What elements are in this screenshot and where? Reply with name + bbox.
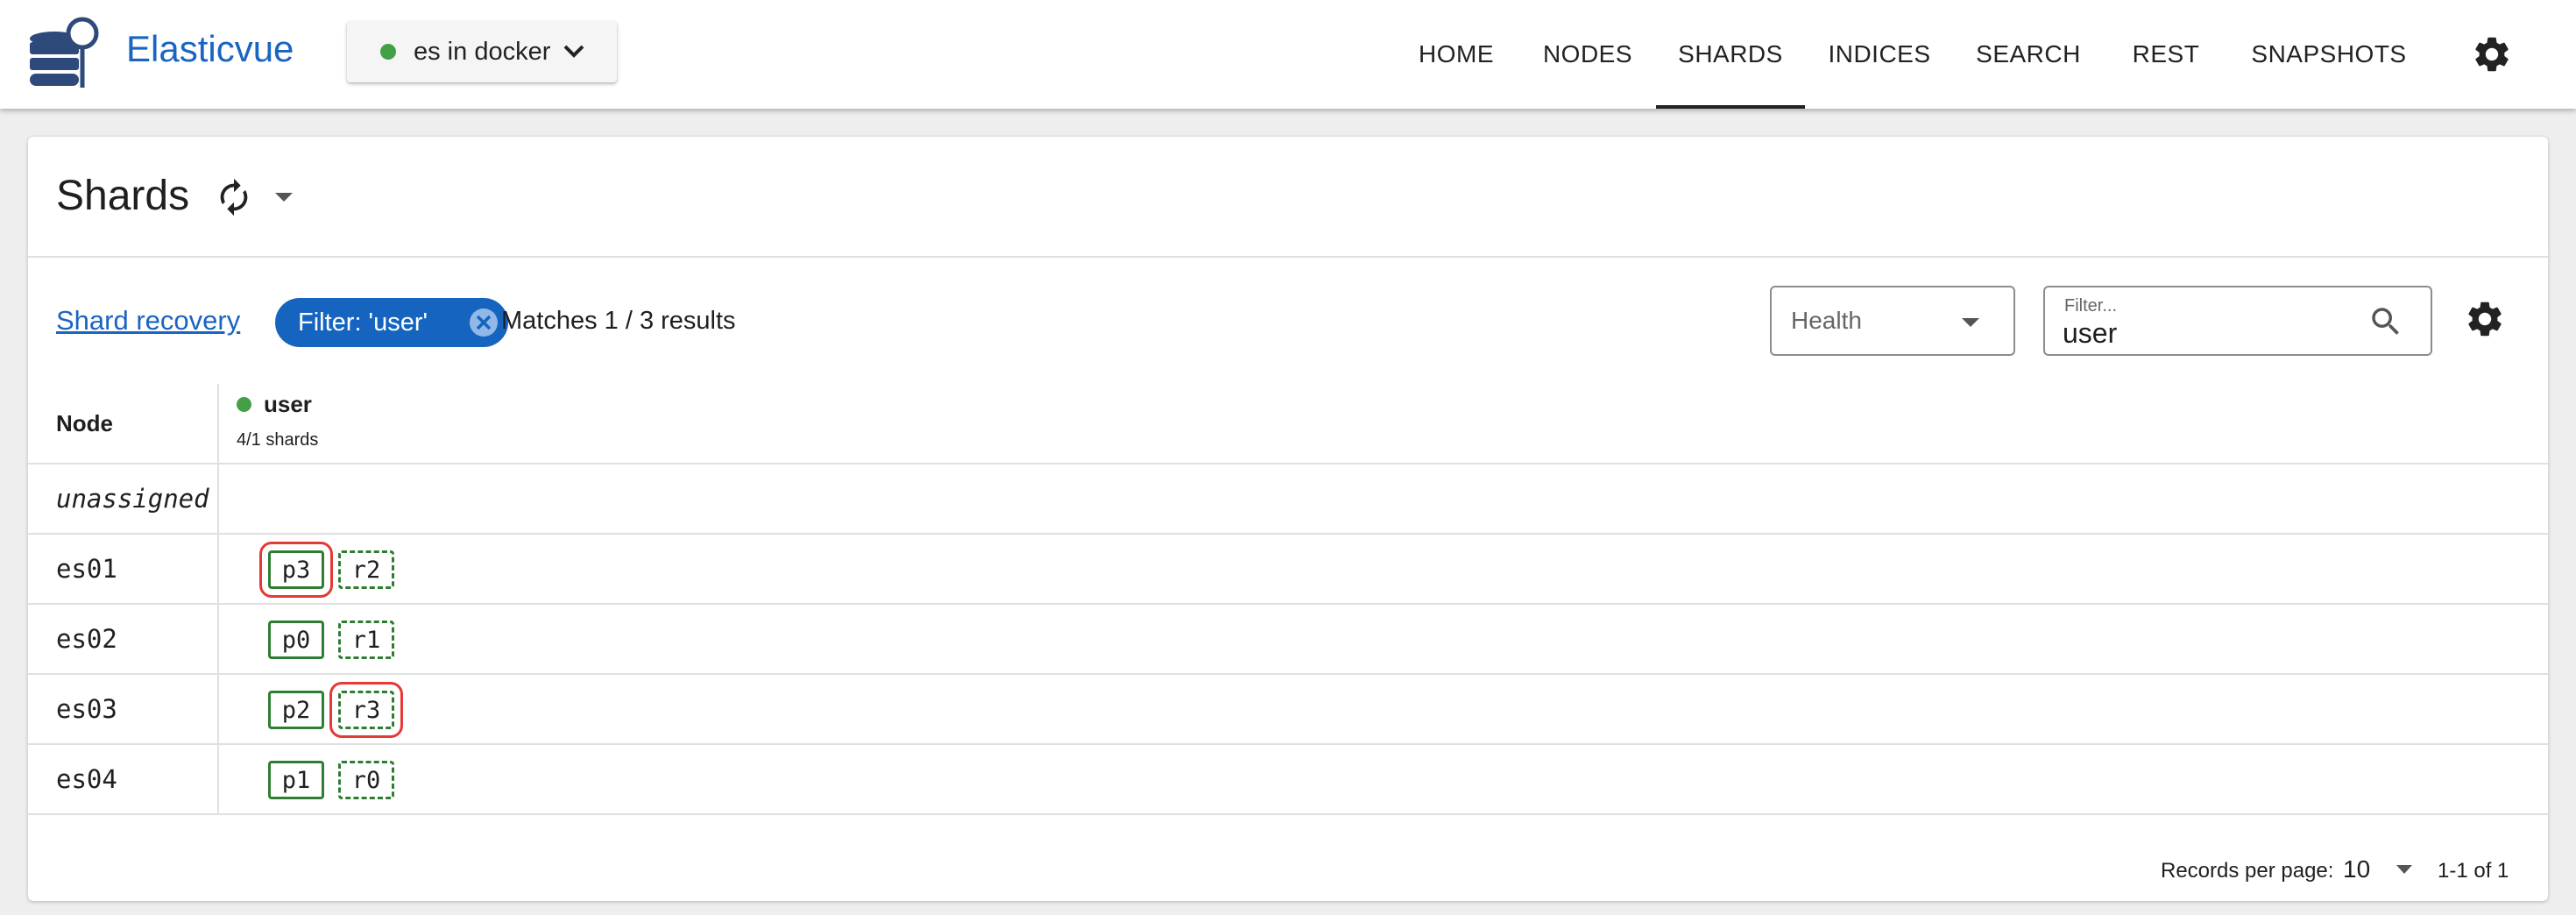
filter-chip-label: Filter: 'user' bbox=[298, 308, 428, 337]
records-per-page-label: Records per page: bbox=[2161, 859, 2334, 883]
table-header-row: Node user 4/1 shards bbox=[28, 384, 2548, 465]
records-per-page-select[interactable]: 10 bbox=[2343, 855, 2370, 883]
index-column-header[interactable]: user 4/1 shards bbox=[237, 391, 318, 450]
node-name: unassigned bbox=[56, 484, 209, 514]
shards-card: Shards Shard recovery Filter: 'user' Mat… bbox=[28, 137, 2548, 901]
shard-recovery-link[interactable]: Shard recovery bbox=[56, 305, 240, 337]
search-icon[interactable] bbox=[2367, 303, 2404, 340]
node-name: es02 bbox=[56, 624, 117, 654]
nav-rest[interactable]: REST bbox=[2115, 0, 2217, 109]
nav-home[interactable]: HOME bbox=[1398, 0, 1514, 109]
app-title[interactable]: Elasticvue bbox=[126, 26, 294, 72]
health-select[interactable]: Health bbox=[1770, 286, 2015, 356]
index-name: user bbox=[264, 391, 312, 417]
nav-indices[interactable]: INDICES bbox=[1819, 0, 1940, 109]
table-row: es01 p3 r2 bbox=[28, 535, 2548, 605]
table-row: es02 p0 r1 bbox=[28, 605, 2548, 675]
gear-icon[interactable] bbox=[2471, 33, 2513, 75]
node-name: es04 bbox=[56, 764, 117, 794]
table-row: unassigned bbox=[28, 465, 2548, 535]
cluster-selector-button[interactable]: es in docker bbox=[347, 21, 617, 82]
shard-list: p3 r2 bbox=[259, 542, 408, 598]
nav-snapshots[interactable]: SNAPSHOTS bbox=[2241, 0, 2417, 109]
gear-icon[interactable] bbox=[2464, 298, 2506, 340]
cluster-status-dot bbox=[380, 44, 396, 60]
filter-chip[interactable]: Filter: 'user' bbox=[275, 298, 508, 347]
divider bbox=[28, 256, 2548, 258]
matches-count: Matches 1 / 3 results bbox=[501, 307, 736, 335]
caret-down-icon[interactable] bbox=[2396, 864, 2413, 875]
filter-field[interactable]: Filter... bbox=[2043, 286, 2432, 356]
table-footer: Records per page: 10 1-1 of 1 bbox=[28, 847, 2548, 899]
table-row: es03 p2 r3 bbox=[28, 675, 2548, 745]
caret-down-icon bbox=[1962, 318, 1979, 327]
replica-shard[interactable]: r1 bbox=[338, 621, 394, 659]
health-select-label: Health bbox=[1791, 307, 1862, 334]
node-name: es03 bbox=[56, 694, 117, 724]
node-name: es01 bbox=[56, 554, 117, 584]
primary-shard[interactable]: p2 bbox=[268, 691, 324, 729]
chevron-down-icon bbox=[563, 45, 584, 58]
refresh-icon[interactable] bbox=[214, 177, 254, 217]
index-shard-count: 4/1 shards bbox=[237, 430, 319, 450]
cluster-name: es in docker bbox=[414, 37, 551, 66]
replica-shard[interactable]: r0 bbox=[338, 761, 394, 799]
table-row: es04 p1 r0 bbox=[28, 745, 2548, 815]
page-range: 1-1 of 1 bbox=[2438, 859, 2509, 883]
primary-shard[interactable]: p0 bbox=[268, 621, 324, 659]
primary-shard[interactable]: p1 bbox=[268, 761, 324, 799]
node-column-header[interactable]: Node bbox=[56, 384, 113, 463]
close-circle-icon[interactable] bbox=[468, 307, 499, 338]
logo-icon[interactable] bbox=[25, 12, 105, 89]
shards-table: Node user 4/1 shards unassigned es01 p3 … bbox=[28, 384, 2548, 815]
caret-down-icon[interactable] bbox=[273, 191, 294, 203]
nav-shards[interactable]: SHARDS bbox=[1656, 0, 1805, 109]
filter-input[interactable] bbox=[2063, 316, 2360, 351]
filter-field-label: Filter... bbox=[2064, 296, 2118, 316]
primary-shard[interactable]: p3 bbox=[259, 542, 333, 598]
nav-nodes[interactable]: NODES bbox=[1528, 0, 1647, 109]
nav-search[interactable]: SEARCH bbox=[1966, 0, 2091, 109]
replica-shard[interactable]: r2 bbox=[338, 550, 394, 589]
shard-list: p2 r3 bbox=[268, 682, 408, 738]
shard-list: p0 r1 bbox=[268, 621, 408, 659]
index-health-dot bbox=[237, 397, 251, 412]
top-app-bar: Elasticvue es in docker HOME NODES SHARD… bbox=[0, 0, 2576, 109]
page-title: Shards bbox=[56, 173, 190, 219]
replica-shard[interactable]: r3 bbox=[329, 682, 403, 738]
shard-list: p1 r0 bbox=[268, 761, 408, 799]
